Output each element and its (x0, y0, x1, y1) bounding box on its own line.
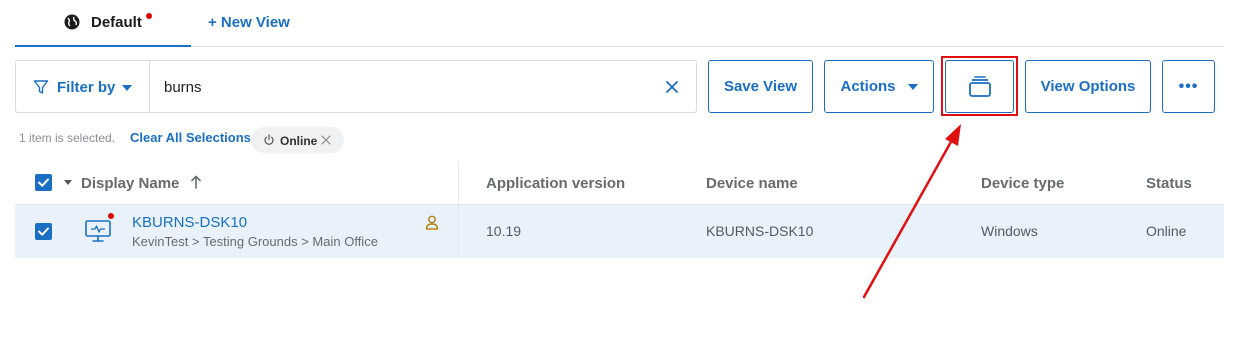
column-divider (458, 205, 459, 258)
tab-default[interactable]: Default (15, 0, 191, 47)
header-application-version[interactable]: Application version (486, 175, 625, 192)
device-display-name-link[interactable]: KBURNS-DSK10 (132, 214, 247, 231)
power-icon (264, 134, 274, 145)
check-icon (38, 227, 49, 236)
user-icon[interactable] (425, 215, 439, 230)
sort-ascending-icon[interactable] (190, 175, 202, 189)
funnel-icon (33, 80, 49, 94)
filter-by-label: Filter by (57, 79, 116, 96)
device-group-path: KevinTest > Testing Grounds > Main Offic… (132, 234, 378, 249)
view-tabs: Default + New View (15, 0, 1224, 47)
cell-application-version: 10.19 (486, 223, 522, 239)
header-device-type[interactable]: Device type (981, 175, 1064, 192)
remove-chip-icon[interactable] (321, 135, 331, 145)
annotation-highlight-box (941, 56, 1018, 116)
more-options-button[interactable]: ••• (1162, 60, 1215, 113)
column-menu-caret-icon[interactable] (64, 180, 72, 185)
clear-all-selections-link[interactable]: Clear All Selections (130, 130, 251, 145)
tab-default-label: Default (91, 14, 142, 31)
header-display-name[interactable]: Display Name (81, 175, 179, 192)
row-checkbox[interactable] (35, 223, 52, 240)
filter-by-dropdown[interactable]: Filter by (16, 61, 150, 112)
alert-dot (108, 213, 114, 219)
cell-device-name: KBURNS-DSK10 (706, 223, 814, 239)
search-input[interactable] (164, 77, 644, 97)
chevron-down-icon (907, 83, 918, 90)
filter-chip-online[interactable]: Online (251, 127, 344, 153)
clear-search-icon[interactable] (664, 79, 680, 95)
check-icon (38, 178, 49, 187)
save-view-button[interactable]: Save View (708, 60, 813, 113)
selection-summary: 1 item is selected. (19, 131, 116, 145)
cell-status: Online (1146, 223, 1187, 239)
table-row[interactable] (15, 205, 1224, 258)
save-view-label: Save View (723, 78, 798, 95)
globe-icon (64, 14, 80, 30)
unsaved-indicator-dot (146, 13, 152, 19)
more-options-icon: ••• (1178, 77, 1199, 95)
new-view-tab[interactable]: + New View (208, 14, 290, 31)
view-options-label: View Options (1040, 78, 1136, 95)
monitor-device-icon (85, 220, 111, 242)
actions-label: Actions (840, 78, 896, 95)
view-options-button[interactable]: View Options (1025, 60, 1151, 113)
actions-button[interactable]: Actions (824, 60, 934, 113)
filter-chip-label: Online (280, 134, 318, 148)
filter-bar: Filter by (15, 60, 697, 113)
chevron-down-icon (122, 85, 132, 91)
cell-device-type: Windows (981, 223, 1038, 239)
header-status[interactable]: Status (1146, 175, 1192, 192)
header-device-name[interactable]: Device name (706, 175, 798, 192)
select-all-checkbox[interactable] (35, 174, 52, 191)
